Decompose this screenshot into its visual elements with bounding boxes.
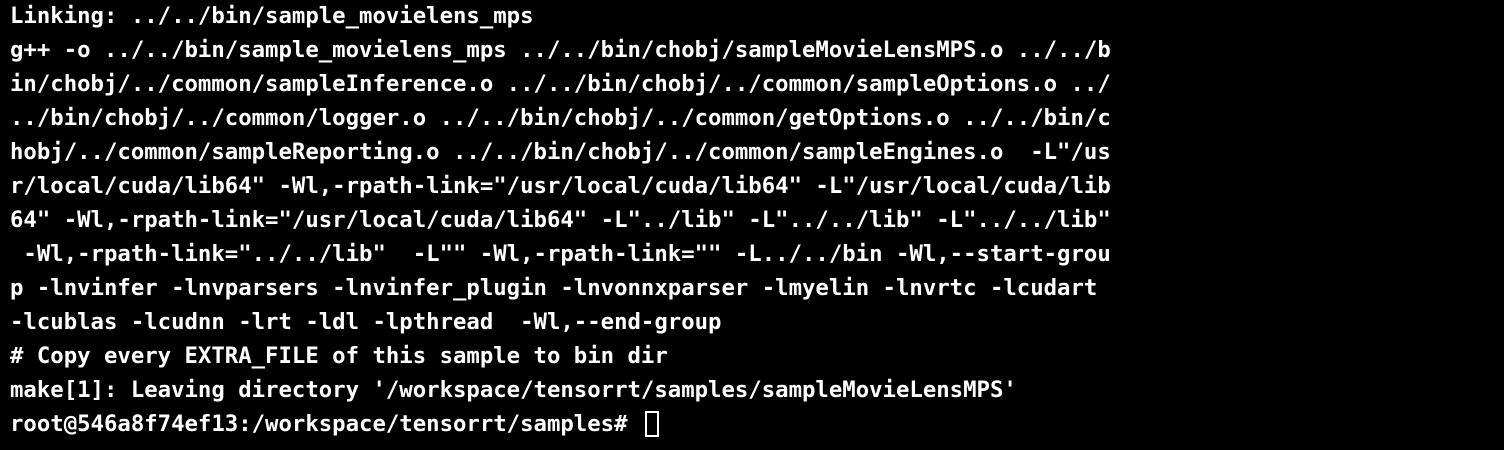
terminal-output-line: ../bin/chobj/../common/logger.o ../../bi… <box>10 105 1111 131</box>
terminal-output-line: # Copy every EXTRA_FILE of this sample t… <box>10 343 668 369</box>
terminal-output-line: 64" -Wl,-rpath-link="/usr/local/cuda/lib… <box>10 207 1111 233</box>
terminal-output-line: Linking: ../../bin/sample_movielens_mps <box>10 3 534 29</box>
terminal-output-line: p -lnvinfer -lnvparsers -lnvinfer_plugin… <box>10 275 1098 301</box>
terminal-output-line: -Wl,-rpath-link="../../lib" -L"" -Wl,-rp… <box>10 241 1111 267</box>
terminal-prompt-line[interactable]: root@546a8f74ef13:/workspace/tensorrt/sa… <box>10 407 1504 441</box>
terminal-output-line: hobj/../common/sampleReporting.o ../../b… <box>10 139 1111 165</box>
terminal-output-line: make[1]: Leaving directory '/workspace/t… <box>10 377 1017 403</box>
terminal-output-line: g++ -o ../../bin/sample_movielens_mps ..… <box>10 37 1111 63</box>
block-cursor-icon[interactable] <box>644 411 659 437</box>
terminal-window[interactable]: Linking: ../../bin/sample_movielens_mps … <box>0 0 1504 450</box>
terminal-output-line: r/local/cuda/lib64" -Wl,-rpath-link="/us… <box>10 173 1111 199</box>
terminal-output-line: in/chobj/../common/sampleInference.o ../… <box>10 71 1111 97</box>
shell-prompt: root@546a8f74ef13:/workspace/tensorrt/sa… <box>10 411 641 437</box>
terminal-output-line: -lcublas -lcudnn -lrt -ldl -lpthread -Wl… <box>10 309 722 335</box>
